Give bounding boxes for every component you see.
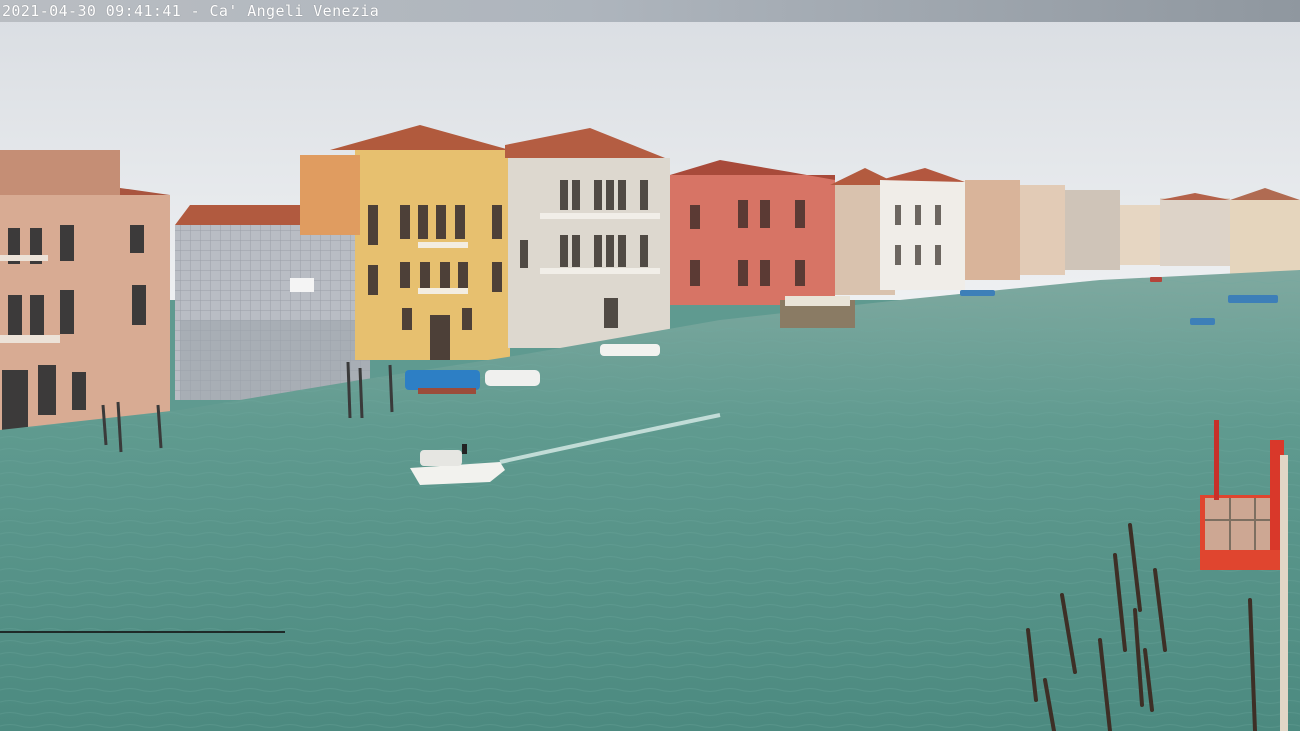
midground-buildings [830, 168, 965, 295]
red-palazzo [670, 160, 835, 305]
timestamp-text: 2021-04-30 09:41:41 - Ca' Angeli Venezia [2, 2, 380, 20]
pink-palazzo-left [0, 150, 170, 435]
timestamp-bar: 2021-04-30 09:41:41 - Ca' Angeli Venezia [0, 0, 1300, 22]
webcam-scene [0, 0, 1300, 731]
white-gothic-palazzo [505, 128, 670, 348]
